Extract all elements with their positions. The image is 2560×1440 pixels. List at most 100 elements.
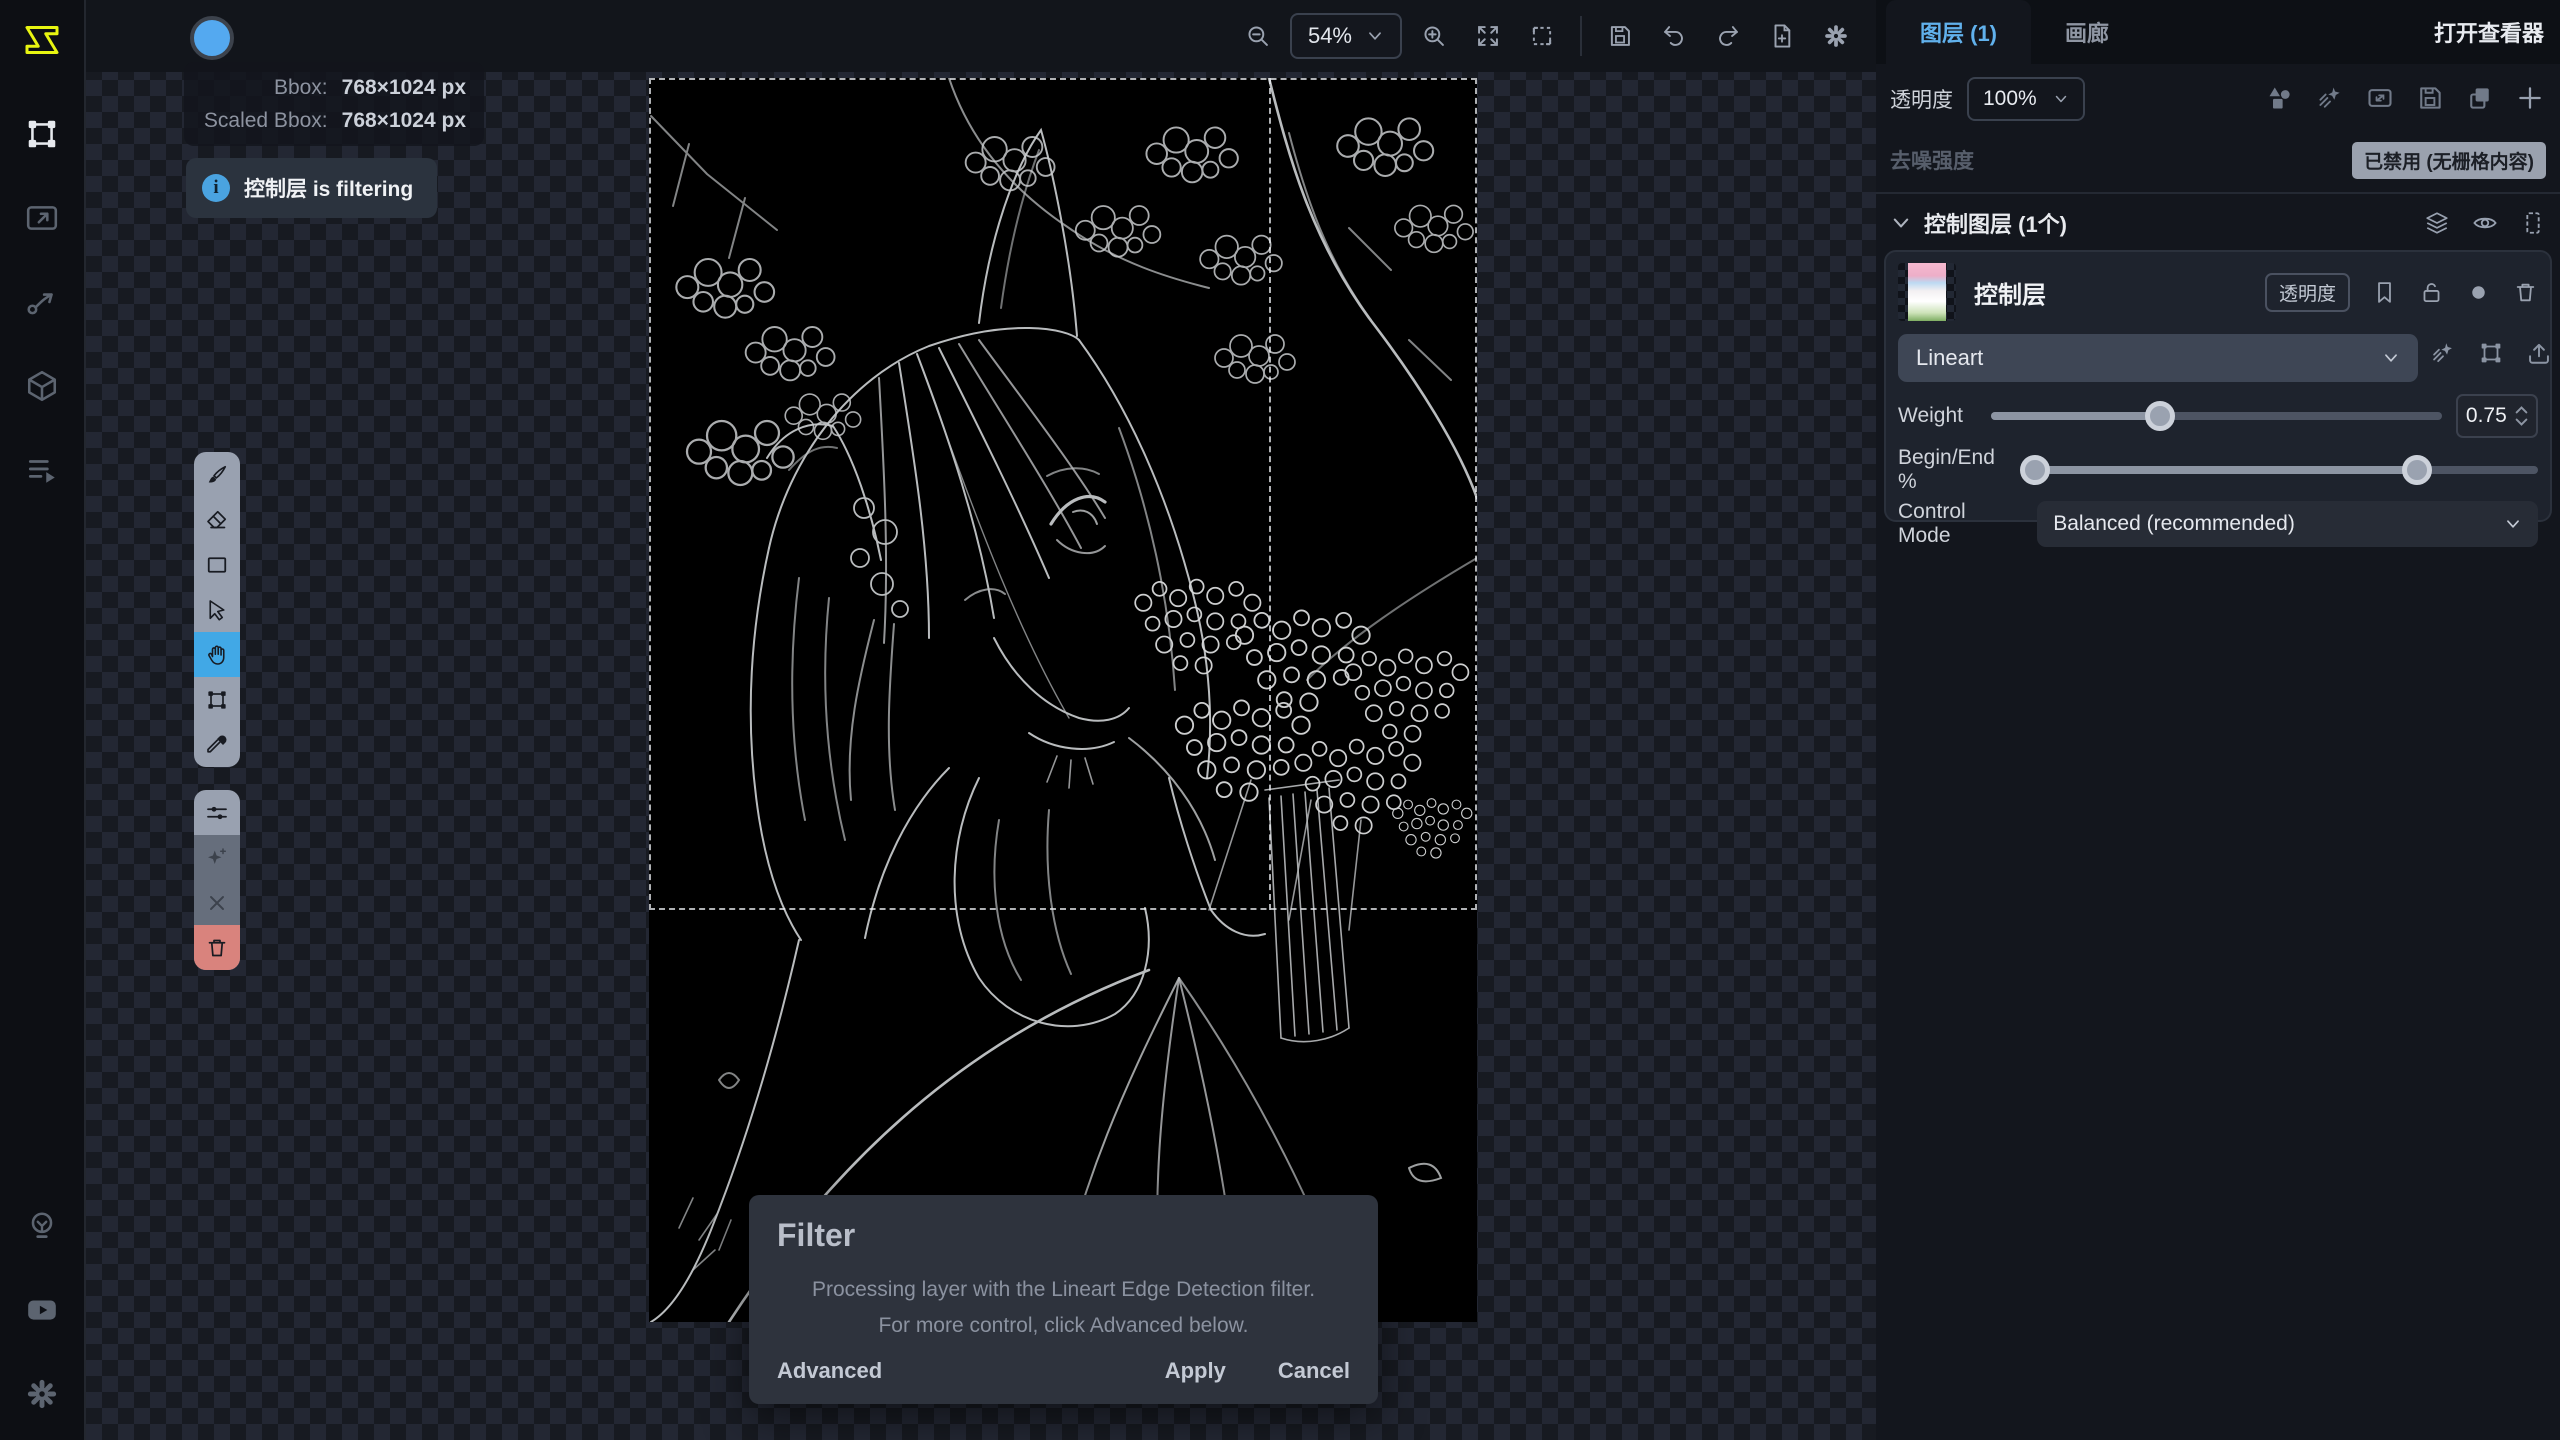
rectangle-tool[interactable] (194, 542, 240, 587)
stepper-down-icon[interactable] (2515, 417, 2528, 427)
control-mode-select[interactable]: Balanced (recommended) (2037, 501, 2538, 547)
layer-actions-palette (194, 790, 240, 970)
tool-palette (194, 452, 240, 767)
filter-dialog: Filter Processing layer with the Lineart… (749, 1195, 1378, 1404)
weight-slider-handle[interactable] (2145, 401, 2175, 431)
advanced-button[interactable]: Advanced (777, 1358, 882, 1384)
filter-type-select[interactable]: Lineart (1898, 334, 2418, 382)
scaled-bbox-label: Scaled Bbox: (202, 109, 328, 133)
dialog-message-line1: Processing layer with the Lineart Edge D… (777, 1272, 1350, 1308)
filter-type-value: Lineart (1916, 345, 1983, 371)
support-icon[interactable] (14, 1198, 70, 1254)
redo-icon[interactable] (1706, 14, 1750, 58)
open-viewer-button[interactable]: 打开查看器 (2434, 0, 2544, 64)
frame-icon[interactable] (2520, 210, 2546, 236)
dialog-message-line2: For more control, click Advanced below. (777, 1308, 1350, 1344)
sidebar-item-queue[interactable] (14, 442, 70, 498)
weight-row: Weight 0.75 (1898, 394, 2538, 438)
weight-slider[interactable] (1991, 412, 2442, 420)
info-icon: i (202, 174, 230, 202)
tab-layers[interactable]: 图层 (1) (1886, 0, 2031, 64)
eyedropper-tool[interactable] (194, 722, 240, 767)
enhance-star-icon[interactable] (2316, 84, 2346, 114)
transform-tool[interactable] (194, 677, 240, 722)
unlock-icon[interactable] (2419, 280, 2444, 305)
layer-name: 控制层 (1974, 275, 2046, 310)
control-layers-header[interactable]: 控制图层 (1个) (1890, 202, 2546, 244)
fit-view-icon[interactable] (1466, 14, 1510, 58)
duplicate-icon[interactable] (2466, 84, 2496, 114)
bbox-value: 768×1024 px (342, 76, 466, 100)
eraser-tool[interactable] (194, 497, 240, 542)
begin-handle[interactable] (2020, 455, 2050, 485)
denoise-label: 去噪强度 (1890, 145, 1974, 175)
opacity-select[interactable]: 100% (1967, 77, 2085, 121)
hand-tool[interactable] (194, 632, 240, 677)
app-sidebar (0, 0, 86, 1440)
layers-icon[interactable] (2424, 210, 2450, 236)
scaled-bbox-value: 768×1024 px (342, 109, 466, 133)
invoke-logo-icon[interactable] (14, 12, 70, 68)
toolbar-divider (1580, 16, 1582, 56)
end-handle[interactable] (2402, 455, 2432, 485)
enhance-action-button (194, 835, 240, 880)
bbox-icon[interactable] (2478, 340, 2504, 366)
upload-icon[interactable] (2526, 340, 2552, 366)
reset-bbox-icon[interactable] (1520, 14, 1564, 58)
delete-action-button[interactable] (194, 925, 240, 970)
tab-gallery[interactable]: 画廊 (2031, 0, 2143, 64)
stepper-up-icon[interactable] (2515, 405, 2528, 415)
new-layer-icon[interactable] (1760, 14, 1804, 58)
visibility-icon[interactable] (2472, 210, 2498, 236)
chevron-down-icon (2053, 91, 2069, 107)
denoise-row: 去噪强度 已禁用 (无栅格内容) (1890, 140, 2546, 180)
chevron-down-icon (2504, 515, 2522, 533)
begin-end-row: Begin/End % (1898, 448, 2538, 492)
zoom-level-value: 54% (1308, 23, 1352, 49)
color-swatch[interactable] (190, 16, 234, 60)
generation-bbox[interactable] (649, 78, 1477, 910)
cancel-button[interactable]: Cancel (1278, 1358, 1350, 1384)
brush-tool[interactable] (194, 452, 240, 497)
layer-opacity-button[interactable]: 透明度 (2265, 273, 2350, 312)
filter-action-button[interactable] (194, 790, 240, 835)
begin-end-slider[interactable] (2035, 466, 2538, 474)
opacity-value: 100% (1983, 87, 2037, 111)
control-mode-value: Balanced (recommended) (2053, 512, 2295, 536)
sidebar-item-models[interactable] (14, 358, 70, 414)
sidebar-item-upscaling[interactable] (14, 190, 70, 246)
delete-layer-icon[interactable] (2513, 280, 2538, 305)
zoom-level-select[interactable]: 54% (1290, 13, 1402, 59)
select-tool[interactable] (194, 587, 240, 632)
begin-end-label: Begin/End % (1898, 446, 2019, 494)
sidebar-item-workflows[interactable] (14, 274, 70, 330)
bookmark-icon[interactable] (2372, 280, 2397, 305)
save-icon[interactable] (1598, 14, 1642, 58)
video-tutorials-icon[interactable] (14, 1282, 70, 1338)
bbox-guide-line (1269, 78, 1271, 910)
layer-thumbnail[interactable] (1898, 263, 1956, 321)
zoom-out-icon[interactable] (1236, 14, 1280, 58)
filter-action-icons (2430, 340, 2552, 366)
solid-dot-icon[interactable] (2466, 280, 2491, 305)
filtering-alert-text: 控制层 is filtering (244, 173, 413, 203)
shapes-icon[interactable] (2266, 84, 2296, 114)
enhance-star-icon[interactable] (2430, 340, 2456, 366)
save-layers-icon[interactable] (2416, 84, 2446, 114)
undo-icon[interactable] (1652, 14, 1696, 58)
apply-button[interactable]: Apply (1165, 1358, 1226, 1384)
weight-input[interactable]: 0.75 (2456, 394, 2538, 438)
section-divider (1876, 192, 2560, 194)
fit-frame-icon[interactable] (2366, 84, 2396, 114)
opacity-label: 透明度 (1890, 84, 1953, 114)
filtering-alert: i 控制层 is filtering (186, 158, 437, 218)
settings-icon[interactable] (14, 1366, 70, 1422)
zoom-in-icon[interactable] (1412, 14, 1456, 58)
panel-tabbar: 图层 (1) 画廊 打开查看器 (1876, 0, 2560, 64)
canvas-settings-icon[interactable] (1814, 14, 1858, 58)
sidebar-item-canvas[interactable] (14, 106, 70, 162)
control-layer-card[interactable]: 控制层 透明度 Lineart Weight (1884, 250, 2552, 522)
add-layer-icon[interactable] (2516, 84, 2546, 114)
weight-label: Weight (1898, 404, 1963, 428)
global-opacity-row: 透明度 100% (1890, 76, 2546, 122)
